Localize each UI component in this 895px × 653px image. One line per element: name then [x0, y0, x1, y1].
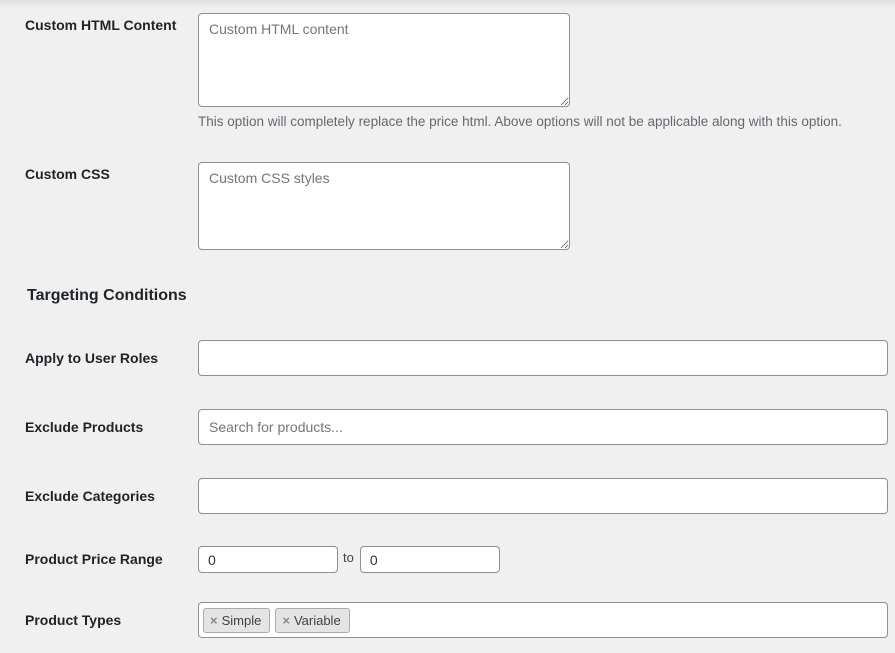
custom-html-row: Custom HTML Content This option will com…: [0, 13, 895, 131]
tag-label: Variable: [294, 613, 341, 628]
tag-remove-icon[interactable]: ×: [210, 614, 218, 627]
product-types-field[interactable]: × Simple × Variable: [198, 602, 888, 638]
custom-html-label: Custom HTML Content: [0, 13, 198, 34]
price-min-input[interactable]: [198, 546, 338, 573]
targeting-conditions-heading: Targeting Conditions: [27, 287, 187, 305]
price-range-field: to: [198, 546, 895, 573]
exclude-categories-label: Exclude Categories: [0, 488, 198, 505]
user-roles-input[interactable]: [198, 340, 888, 376]
price-range-separator: to: [343, 546, 354, 565]
tag-remove-icon[interactable]: ×: [282, 614, 290, 627]
custom-css-row: Custom CSS: [0, 162, 895, 250]
product-types-label: Product Types: [0, 612, 198, 629]
tag-label: Simple: [222, 613, 262, 628]
product-types-field-wrap: × Simple × Variable: [198, 602, 895, 638]
product-type-tag-simple: × Simple: [203, 608, 270, 633]
exclude-categories-row: Exclude Categories: [0, 478, 895, 514]
exclude-products-input[interactable]: [198, 409, 888, 445]
user-roles-field: [198, 340, 895, 376]
exclude-categories-input[interactable]: [198, 478, 888, 514]
custom-css-label: Custom CSS: [0, 162, 198, 183]
user-roles-label: Apply to User Roles: [0, 350, 198, 367]
price-range-row: Product Price Range to: [0, 546, 895, 573]
exclude-products-label: Exclude Products: [0, 419, 198, 436]
exclude-products-field: [198, 409, 895, 445]
settings-page: Custom HTML Content This option will com…: [0, 0, 895, 653]
exclude-products-row: Exclude Products: [0, 409, 895, 445]
product-type-tag-variable: × Variable: [275, 608, 349, 633]
price-range-group: to: [198, 546, 895, 573]
custom-html-description: This option will completely replace the …: [198, 113, 868, 131]
top-edge-shadow: [0, 0, 895, 8]
custom-html-field: This option will completely replace the …: [198, 13, 895, 131]
price-range-label: Product Price Range: [0, 551, 198, 568]
custom-css-field: [198, 162, 895, 250]
user-roles-row: Apply to User Roles: [0, 340, 895, 376]
custom-html-textarea[interactable]: [198, 13, 570, 107]
exclude-categories-field: [198, 478, 895, 514]
product-types-row: Product Types × Simple × Variable: [0, 602, 895, 638]
price-max-input[interactable]: [360, 546, 500, 573]
custom-css-textarea[interactable]: [198, 162, 570, 250]
